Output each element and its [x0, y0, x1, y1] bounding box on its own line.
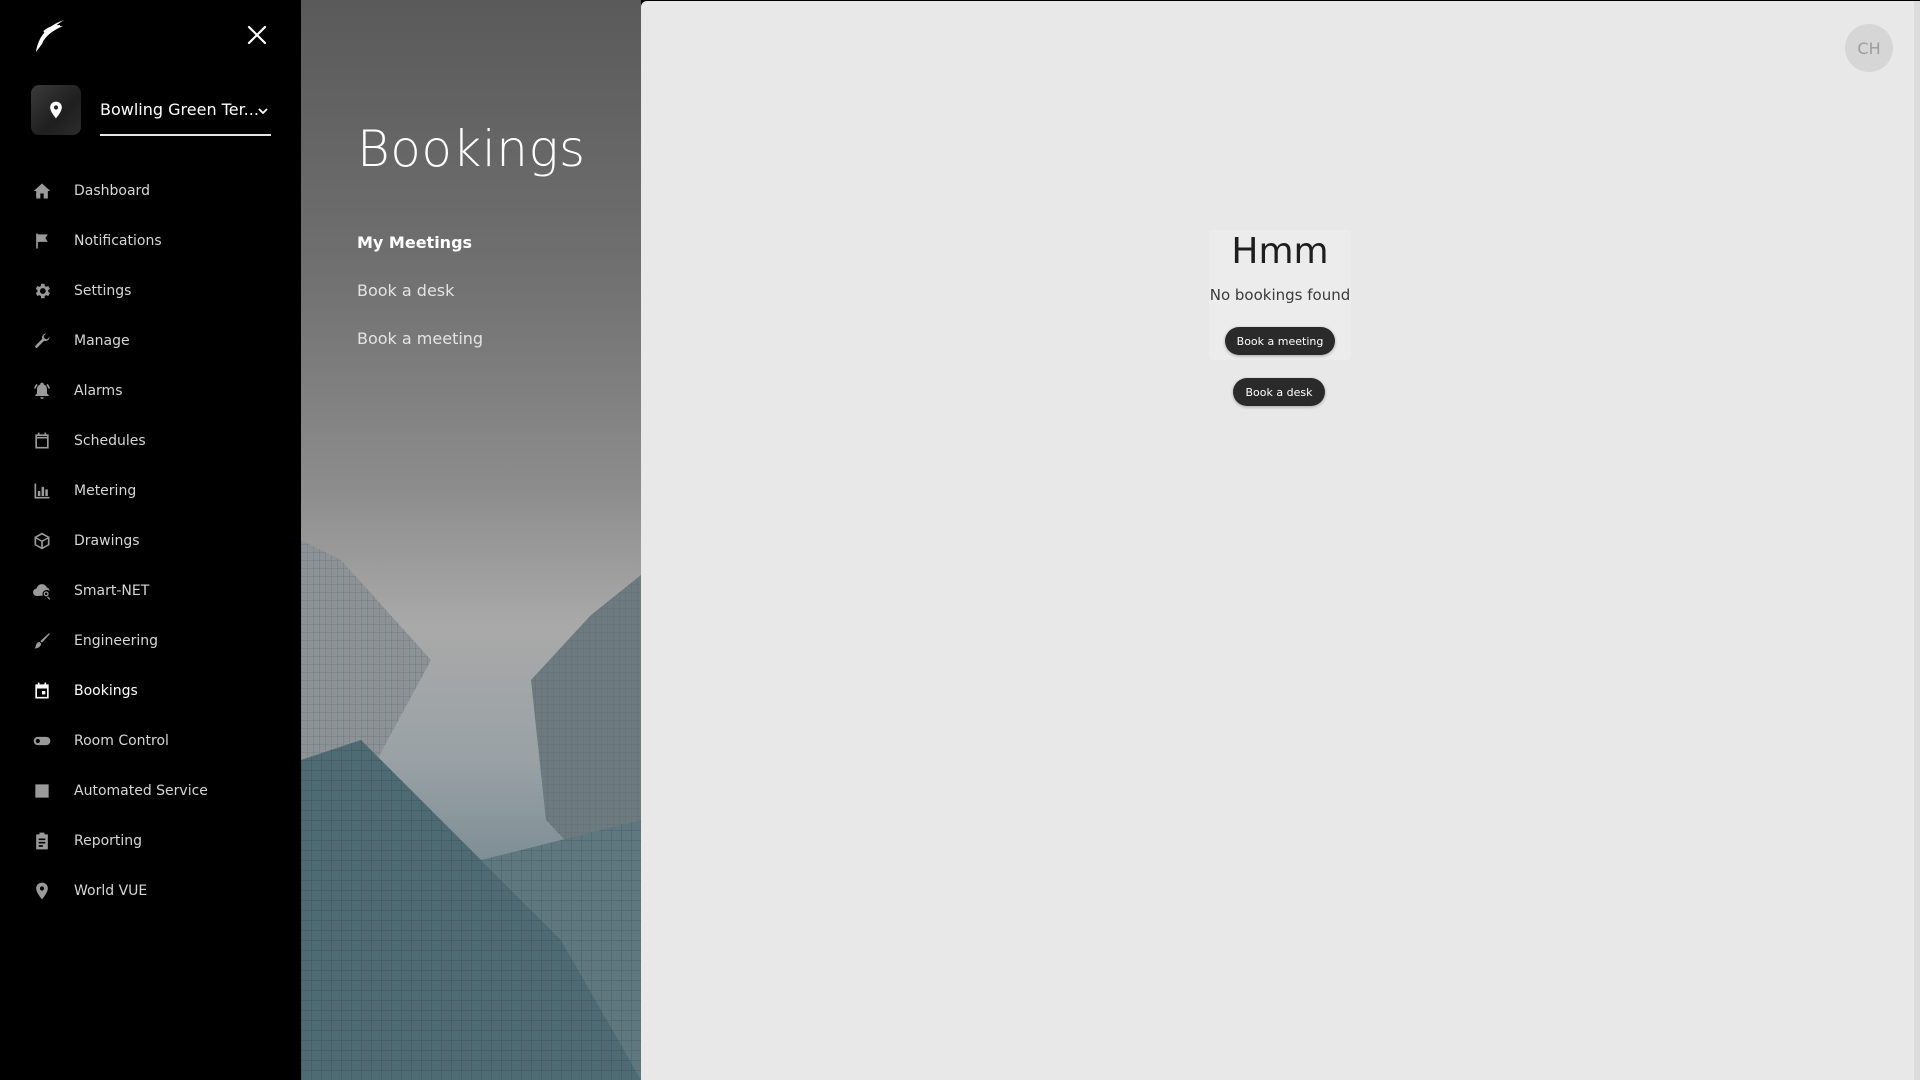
sidebar-item-label: Settings	[74, 283, 132, 299]
subnav-book-a-desk[interactable]: Book a desk	[357, 278, 483, 326]
sidebar-item-schedules[interactable]: Schedules	[0, 416, 301, 466]
bell-icon	[31, 381, 52, 402]
subnav-my-meetings[interactable]: My Meetings	[357, 230, 483, 278]
sidebar-item-world-vue[interactable]: World VUE	[0, 866, 301, 916]
location-pin-icon	[31, 881, 52, 902]
service-icon	[31, 781, 52, 802]
cloud-search-icon	[31, 581, 52, 602]
user-avatar[interactable]: CH	[1845, 24, 1893, 72]
sidebar-item-room-control[interactable]: Room Control	[0, 716, 301, 766]
cube-icon	[31, 531, 52, 552]
sidebar-item-label: Engineering	[74, 633, 158, 649]
gear-icon	[31, 281, 52, 302]
sidebar-item-label: Schedules	[74, 433, 146, 449]
empty-state-message: No bookings found	[1209, 286, 1351, 304]
scrollbar-track[interactable]	[1914, 1, 1920, 1080]
home-icon	[31, 181, 52, 202]
sidebar: Bowling Green Ter... Dashboard Notificat…	[0, 0, 301, 1080]
empty-state-title: Hmm	[1231, 231, 1329, 272]
sidebar-item-label: Room Control	[74, 733, 169, 749]
sidebar-item-alarms[interactable]: Alarms	[0, 366, 301, 416]
toggle-icon	[31, 731, 52, 752]
wrench-icon	[31, 331, 52, 352]
sidebar-item-reporting[interactable]: Reporting	[0, 816, 301, 866]
sidebar-item-drawings[interactable]: Drawings	[0, 516, 301, 566]
sidebar-item-label: World VUE	[74, 883, 148, 899]
sidebar-item-dashboard[interactable]: Dashboard	[0, 166, 301, 216]
sidebar-item-label: Alarms	[74, 383, 123, 399]
bookings-hero-panel: Bookings My Meetings Book a desk Book a …	[301, 0, 641, 1080]
book-desk-button[interactable]: Book a desk	[1233, 378, 1325, 406]
sidebar-item-label: Metering	[74, 483, 137, 499]
book-meeting-button[interactable]: Book a meeting	[1225, 327, 1335, 355]
sidebar-item-label: Automated Service	[74, 783, 208, 799]
sidebar-item-label: Notifications	[74, 233, 162, 249]
sidebar-item-smart-net[interactable]: Smart-NET	[0, 566, 301, 616]
main-content: CH Hmm No bookings found Book a meeting …	[641, 1, 1920, 1080]
sidebar-item-label: Reporting	[74, 833, 143, 849]
brand-logo-icon	[32, 18, 66, 54]
app-root: Bowling Green Ter... Dashboard Notificat…	[0, 0, 1920, 1080]
sidebar-item-engineering[interactable]: Engineering	[0, 616, 301, 666]
bookings-subnav: My Meetings Book a desk Book a meeting	[357, 230, 483, 374]
sidebar-item-label: Manage	[74, 333, 130, 349]
main-nav: Dashboard Notifications Settings Manage	[0, 166, 301, 916]
sidebar-item-notifications[interactable]: Notifications	[0, 216, 301, 266]
sidebar-item-label: Bookings	[74, 683, 138, 699]
sidebar-item-automated-service[interactable]: Automated Service	[0, 766, 301, 816]
sidebar-item-metering[interactable]: Metering	[0, 466, 301, 516]
chevron-down-icon	[258, 108, 268, 115]
sidebar-item-label: Drawings	[74, 533, 140, 549]
site-pin-icon	[31, 85, 81, 135]
brush-icon	[31, 631, 52, 652]
bar-chart-icon	[31, 481, 52, 502]
page-title: Bookings	[357, 120, 586, 178]
close-icon	[247, 25, 267, 45]
flag-icon	[31, 231, 52, 252]
sidebar-item-manage[interactable]: Manage	[0, 316, 301, 366]
sidebar-item-bookings[interactable]: Bookings	[0, 666, 301, 716]
sidebar-item-label: Smart-NET	[74, 583, 150, 599]
calendar-event-icon	[31, 681, 52, 702]
close-menu-button[interactable]	[242, 20, 272, 50]
subnav-book-a-meeting[interactable]: Book a meeting	[357, 326, 483, 374]
calendar-icon	[31, 431, 52, 452]
site-name: Bowling Green Ter...	[100, 100, 259, 119]
sidebar-item-label: Dashboard	[74, 183, 150, 199]
clipboard-icon	[31, 831, 52, 852]
site-selector[interactable]: Bowling Green Ter...	[100, 96, 271, 136]
sidebar-item-settings[interactable]: Settings	[0, 266, 301, 316]
